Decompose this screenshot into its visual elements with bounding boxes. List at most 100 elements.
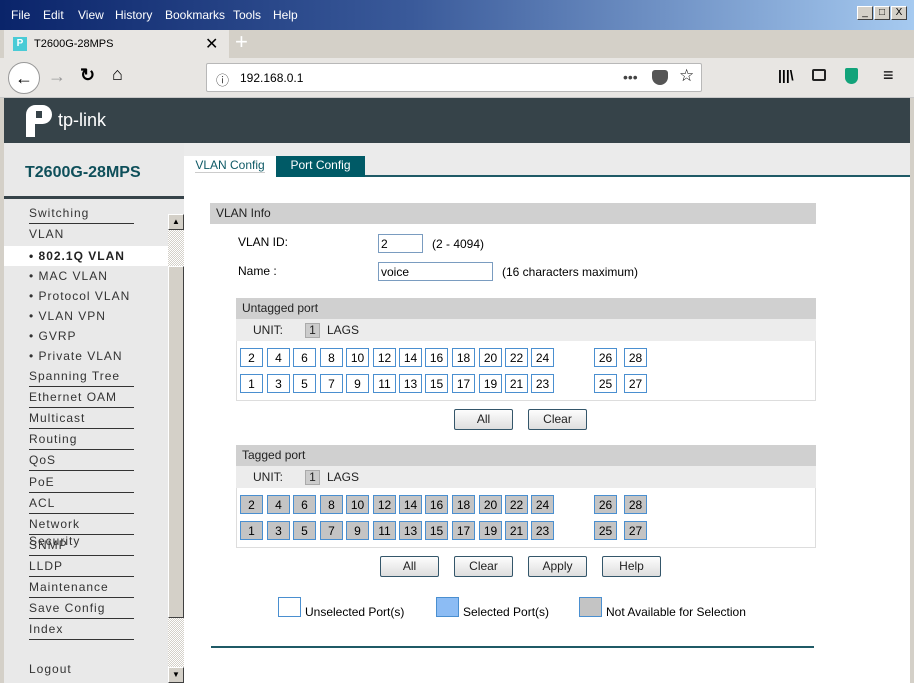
sidebar-item-routing[interactable]: Routing: [29, 431, 134, 451]
pocket-icon[interactable]: [652, 70, 668, 85]
untagged-clear-button[interactable]: Clear: [528, 409, 587, 430]
help-button[interactable]: Help: [602, 556, 661, 577]
tagged-port-12: 12: [373, 495, 396, 514]
sidebar-item-snmp[interactable]: SNMP: [29, 537, 134, 556]
sidebar-item-maintenance[interactable]: Maintenance: [29, 579, 134, 598]
sidebar-subitem-gvrp[interactable]: • GVRP.: [4, 326, 168, 346]
scroll-down-button[interactable]: ▼: [168, 667, 184, 683]
untagged-port-4[interactable]: 4: [267, 348, 290, 367]
menu-history[interactable]: History: [115, 8, 152, 22]
sidebar-item-save-config[interactable]: Save Config: [29, 600, 134, 620]
untagged-port-8[interactable]: 8: [320, 348, 343, 367]
sidebar-scrollbar[interactable]: ▲ ▼: [168, 214, 184, 683]
scroll-up-button[interactable]: ▲: [168, 214, 184, 230]
new-tab-button[interactable]: +: [235, 29, 248, 55]
menu-edit[interactable]: Edit: [43, 8, 64, 22]
sidebar-item-lldp[interactable]: LLDP: [29, 558, 134, 577]
browser-tab[interactable]: P T2600G-28MPS ✕: [4, 30, 229, 58]
sidebar-item-qos[interactable]: QoS: [29, 452, 134, 472]
tagged-clear-button[interactable]: Clear: [454, 556, 513, 577]
scroll-thumb[interactable]: [168, 266, 184, 618]
sidebar-subitem-vlan-vpn[interactable]: • VLAN VPN.: [4, 306, 168, 326]
lags-link[interactable]: LAGS: [327, 466, 359, 488]
reload-button[interactable]: ↻: [80, 65, 95, 86]
forward-button[interactable]: →: [48, 66, 66, 87]
sidebar-item-switching[interactable]: Switching: [29, 205, 134, 224]
shield-icon[interactable]: [845, 68, 858, 84]
untagged-port-17[interactable]: 17: [452, 374, 475, 393]
footer-divider: [211, 646, 814, 648]
menu-view[interactable]: View: [78, 8, 104, 22]
untagged-port-12[interactable]: 12: [373, 348, 396, 367]
sidebar-item-spanning-tree[interactable]: Spanning Tree: [29, 368, 134, 387]
untagged-port-6[interactable]: 6: [293, 348, 316, 367]
sidebar-item-acl[interactable]: ACL: [29, 495, 134, 514]
back-button[interactable]: ←: [8, 62, 40, 94]
untagged-port-16[interactable]: 16: [425, 348, 448, 367]
logout-link[interactable]: Logout: [29, 662, 72, 676]
info-icon[interactable]: ⓘ: [216, 70, 229, 89]
tagged-port-25: 25: [594, 521, 617, 540]
maximize-button[interactable]: □: [874, 6, 890, 20]
untagged-port-22[interactable]: 22: [505, 348, 528, 367]
tagged-all-button[interactable]: All: [380, 556, 439, 577]
untagged-port-28[interactable]: 28: [624, 348, 647, 367]
sidebar-subitem-802-1q-vlan[interactable]: • 802.1Q VLAN.: [4, 246, 168, 266]
lags-link[interactable]: LAGS: [327, 319, 359, 341]
close-tab-icon[interactable]: ✕: [205, 34, 218, 54]
more-icon[interactable]: •••: [623, 69, 638, 85]
sidebar-item-ethernet-oam[interactable]: Ethernet OAM: [29, 389, 134, 409]
untagged-port-10[interactable]: 10: [346, 348, 369, 367]
sidebar-item-poe[interactable]: PoE: [29, 474, 134, 493]
untagged-port-18[interactable]: 18: [452, 348, 475, 367]
hamburger-menu-icon[interactable]: ≡: [883, 65, 894, 86]
untagged-port-7[interactable]: 7: [320, 374, 343, 393]
unit-button[interactable]: 1: [305, 470, 320, 485]
untagged-port-13[interactable]: 13: [399, 374, 422, 393]
tagged-port-10: 10: [346, 495, 369, 514]
vlan-name-input[interactable]: [378, 262, 493, 281]
tagged-port-15: 15: [425, 521, 448, 540]
sidebar-item-index[interactable]: Index: [29, 621, 134, 641]
apply-button[interactable]: Apply: [528, 556, 587, 577]
menu-bookmarks[interactable]: Bookmarks: [165, 8, 225, 22]
vlan-id-input[interactable]: [378, 234, 423, 253]
menu-file[interactable]: File: [11, 8, 30, 22]
sidebar-item-multicast[interactable]: Multicast: [29, 410, 134, 430]
untagged-port-3[interactable]: 3: [267, 374, 290, 393]
untagged-port-9[interactable]: 9: [346, 374, 369, 393]
sidebar-item-network-security[interactable]: Network Security: [29, 516, 134, 548]
home-button[interactable]: ⌂: [112, 64, 123, 85]
minimize-button[interactable]: _: [857, 6, 873, 20]
tagged-unit-row: UNIT: 1 LAGS: [236, 466, 816, 488]
sidebar-subitem-private-vlan[interactable]: • Private VLAN.: [4, 346, 168, 366]
tab-port-config[interactable]: Port Config: [276, 156, 365, 177]
tab-vlan-config[interactable]: VLAN Config: [184, 156, 276, 177]
untagged-port-19[interactable]: 19: [479, 374, 502, 393]
untagged-port-24[interactable]: 24: [531, 348, 554, 367]
untagged-port-5[interactable]: 5: [293, 374, 316, 393]
sidebar-subitem-mac-vlan[interactable]: • MAC VLAN.: [4, 266, 168, 286]
unit-button[interactable]: 1: [305, 323, 320, 338]
untagged-port-2[interactable]: 2: [240, 348, 263, 367]
untagged-port-14[interactable]: 14: [399, 348, 422, 367]
untagged-port-27[interactable]: 27: [624, 374, 647, 393]
untagged-port-20[interactable]: 20: [479, 348, 502, 367]
untagged-port-21[interactable]: 21: [505, 374, 528, 393]
untagged-port-11[interactable]: 11: [373, 374, 396, 393]
sidebar-subitem-protocol-vlan[interactable]: • Protocol VLAN.: [4, 286, 168, 306]
library-icon[interactable]: |||\: [778, 67, 794, 83]
untagged-port-23[interactable]: 23: [531, 374, 554, 393]
url-bar[interactable]: ⓘ 192.168.0.1 ••• ☆: [206, 63, 702, 92]
untagged-port-1[interactable]: 1: [240, 374, 263, 393]
untagged-port-15[interactable]: 15: [425, 374, 448, 393]
untagged-port-26[interactable]: 26: [594, 348, 617, 367]
bookmark-star-icon[interactable]: ☆: [679, 66, 694, 86]
untagged-all-button[interactable]: All: [454, 409, 513, 430]
close-window-button[interactable]: X: [891, 6, 907, 20]
untagged-port-25[interactable]: 25: [594, 374, 617, 393]
sidebar-toggle-icon[interactable]: [812, 69, 826, 81]
menu-tools[interactable]: Tools: [233, 8, 261, 22]
menu-help[interactable]: Help: [273, 8, 298, 22]
sidebar-item-vlan[interactable]: VLAN: [29, 226, 134, 245]
